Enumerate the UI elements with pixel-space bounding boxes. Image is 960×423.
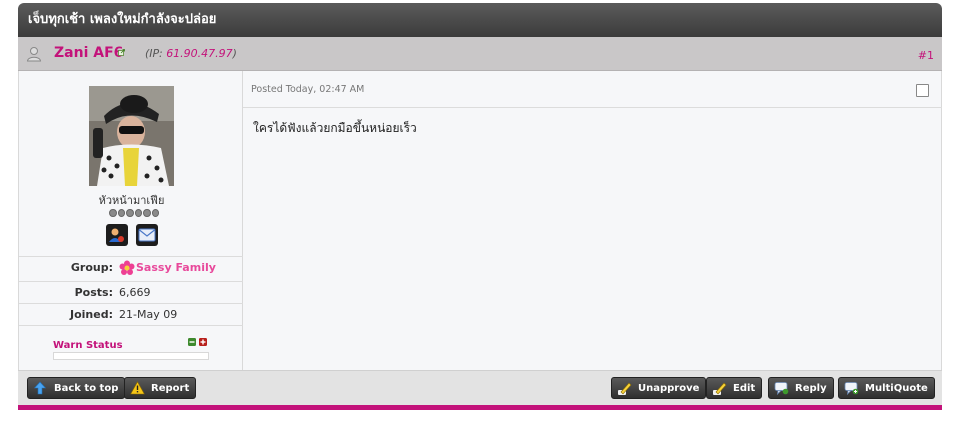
- user-icon: [26, 47, 42, 62]
- rank-pips: [109, 209, 159, 217]
- rank-pip: [134, 209, 142, 217]
- envelope-icon: [138, 228, 156, 242]
- rank-pip: [126, 209, 134, 217]
- send-message-button[interactable]: [136, 224, 158, 246]
- joined-label: Joined:: [70, 308, 113, 321]
- report-label: Report: [151, 383, 190, 394]
- posts-label: Posts:: [74, 286, 113, 299]
- post-bottom-border: [18, 405, 942, 410]
- post-number-link[interactable]: #1: [918, 49, 934, 62]
- warning-icon: [130, 381, 145, 395]
- divider: [243, 107, 942, 108]
- author-bar: Zani AF6 (IP: 61.90.47.97) #1: [18, 37, 942, 71]
- member-title: หัวหน้ามาเฟีย: [98, 194, 165, 207]
- multiquote-button[interactable]: MultiQuote: [838, 377, 935, 399]
- pen-icon: [618, 382, 632, 395]
- joined-row: Joined: 21-May 09: [19, 303, 244, 326]
- select-post-checkbox[interactable]: [916, 84, 929, 97]
- rank-pip: [143, 209, 151, 217]
- post-controls-bar: Back to top Report Unapprove Edit Reply …: [18, 370, 942, 405]
- posts-row: Posts: 6,669: [19, 281, 244, 304]
- thread-title: เจ็บทุกเช้า เพลงใหม่กำลังจะปล่อย: [18, 3, 942, 37]
- author-name-link[interactable]: Zani AF6: [54, 45, 123, 61]
- ip-address: (IP: 61.90.47.97): [145, 47, 237, 60]
- post-container: เจ็บทุกเช้า เพลงใหม่กำลังจะปล่อย Zani AF…: [18, 3, 942, 410]
- group-value: Sassy Family: [136, 261, 216, 274]
- reply-label: Reply: [795, 383, 827, 394]
- ip-suffix: ): [232, 47, 237, 60]
- edit-label: Edit: [733, 383, 756, 394]
- group-row: Group: Sassy Family: [19, 256, 244, 279]
- rank-pip: [151, 209, 159, 217]
- warn-status-bar: [53, 352, 209, 360]
- warn-status: Warn Status: [53, 340, 209, 360]
- ip-prefix: (IP:: [145, 47, 167, 60]
- pencil-icon: [713, 382, 727, 395]
- edit-button[interactable]: Edit: [706, 377, 763, 399]
- joined-value: 21-May 09: [119, 308, 178, 321]
- quote-plus-icon: [844, 382, 859, 395]
- author-profile-panel: หัวหน้ามาเฟีย Group: Sassy Family Posts:…: [18, 71, 244, 370]
- rank-pip: [109, 209, 117, 217]
- back-to-top-button[interactable]: Back to top: [27, 377, 126, 399]
- divider: [19, 325, 244, 327]
- post-content-panel: Posted Today, 02:47 AM ใครได้ฟังแล้วยกมื…: [243, 71, 942, 370]
- post-body: ใครได้ฟังแล้วยกมือขึ้นหน่อยเร็ว: [253, 121, 417, 135]
- unapprove-label: Unapprove: [638, 383, 700, 394]
- group-label: Group:: [70, 261, 113, 274]
- unapprove-button[interactable]: Unapprove: [611, 377, 707, 399]
- view-profile-button[interactable]: [106, 224, 128, 246]
- report-button[interactable]: Report: [124, 377, 197, 399]
- speech-bubble-icon: [774, 382, 789, 395]
- warn-status-label[interactable]: Warn Status: [53, 340, 209, 351]
- arrow-up-icon: [33, 381, 47, 395]
- external-link-icon[interactable]: [118, 49, 125, 56]
- rank-pip: [117, 209, 125, 217]
- back-to-top-label: Back to top: [54, 383, 119, 394]
- reply-button[interactable]: Reply: [768, 377, 834, 399]
- post-date: Posted Today, 02:47 AM: [251, 84, 365, 95]
- avatar[interactable]: [89, 86, 174, 186]
- ip-value[interactable]: 61.90.47.97: [166, 47, 232, 60]
- posts-value: 6,669: [119, 286, 151, 299]
- profile-card-icon: [109, 228, 124, 242]
- multiquote-label: MultiQuote: [865, 383, 928, 394]
